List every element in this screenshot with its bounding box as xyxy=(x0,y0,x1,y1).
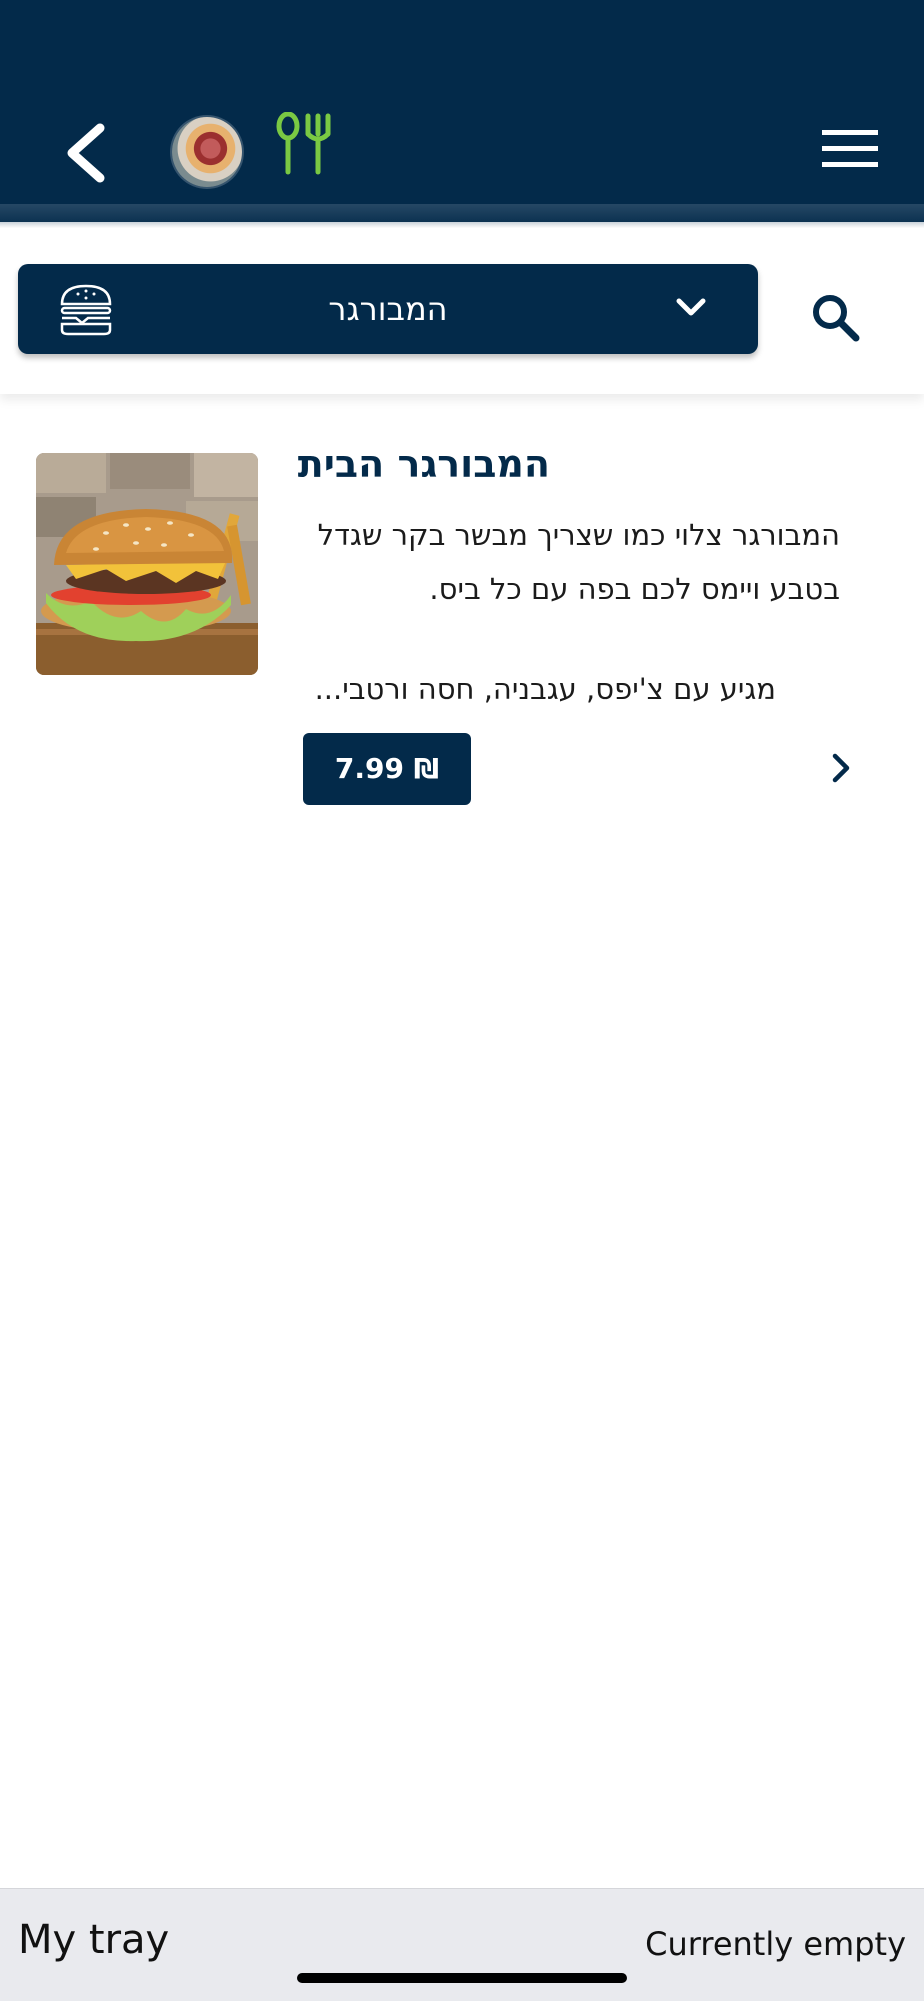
tray-title: My tray xyxy=(18,1917,170,1963)
product-card[interactable]: המבורגר הבית המבורגר צלוי כמו שצריך מבשר… xyxy=(0,420,924,820)
burger-photo xyxy=(36,453,258,675)
app-header xyxy=(0,0,924,222)
back-icon[interactable] xyxy=(58,118,114,188)
tray-bar[interactable]: My tray Currently empty xyxy=(0,1888,924,2001)
header-shadow xyxy=(0,204,924,228)
chevron-down-icon xyxy=(676,298,706,316)
category-dropdown[interactable]: המבורגר xyxy=(18,264,758,354)
product-title: המבורגר הבית xyxy=(297,442,550,486)
filter-bar: המבורגר xyxy=(0,228,924,394)
restaurant-avatar[interactable] xyxy=(172,117,242,187)
category-label: המבורגר xyxy=(328,290,448,328)
price-badge[interactable]: 7.99 ₪ xyxy=(303,733,471,805)
product-description: המבורגר צלוי כמו שצריך מבשר בקר שגדל בטב… xyxy=(280,508,840,616)
product-description-line: המבורגר צלוי כמו שצריך מבשר בקר שגדל xyxy=(317,518,840,552)
home-indicator xyxy=(297,1973,627,1983)
hamburger-menu-icon[interactable] xyxy=(818,124,882,172)
chevron-right-icon[interactable] xyxy=(826,750,856,786)
product-description-extra: מגיע עם צ'יפס, עגבניה, חסה ורטבי... xyxy=(314,672,776,706)
product-description-line: בטבע ויימס לכם בפה עם כל ביס. xyxy=(429,572,840,606)
product-image xyxy=(36,453,258,675)
search-icon[interactable] xyxy=(810,292,860,342)
utensils-icon xyxy=(276,112,331,175)
tray-status: Currently empty xyxy=(645,1925,906,1963)
